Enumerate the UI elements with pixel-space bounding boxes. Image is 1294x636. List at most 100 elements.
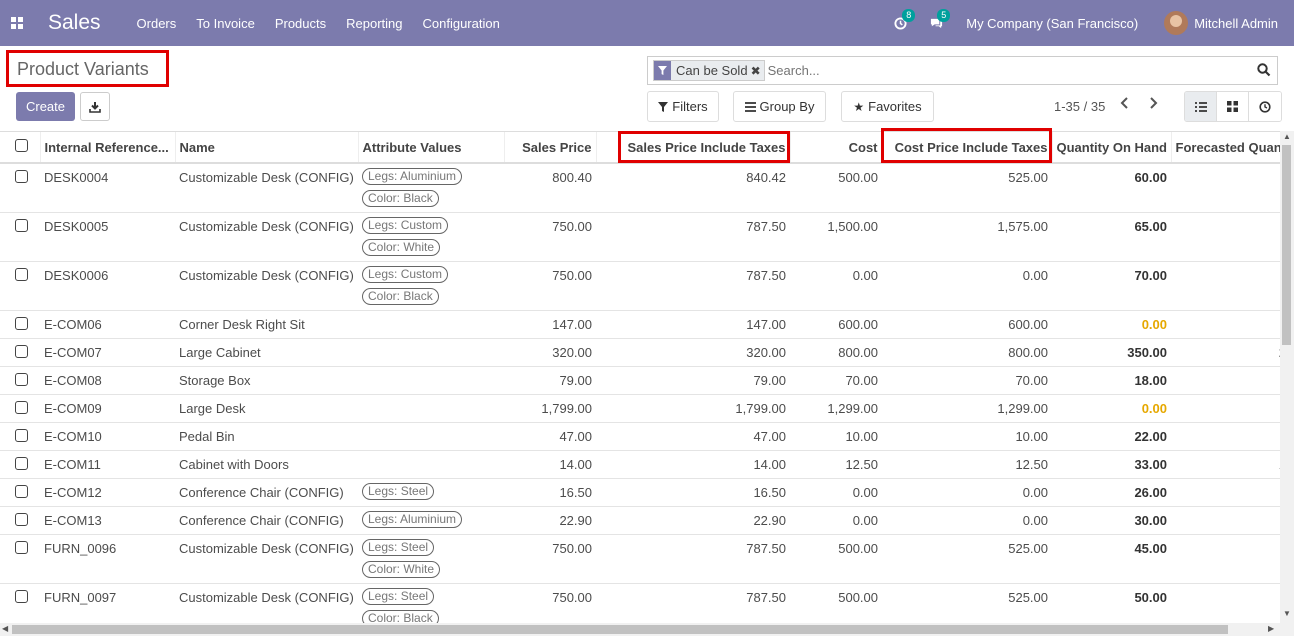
col-sales-price[interactable]: Sales Price	[503, 132, 596, 164]
menu-configuration[interactable]: Configuration	[423, 16, 500, 31]
row-checkbox[interactable]	[0, 506, 40, 535]
search-facet[interactable]: Can be Sold ✖	[653, 60, 765, 81]
cell-quantity-on-hand: 33.00	[1052, 450, 1171, 479]
scroll-left-icon[interactable]: ◀	[2, 624, 8, 633]
menu-to-invoice[interactable]: To Invoice	[196, 16, 255, 31]
pager-value[interactable]: 1-35 / 35	[1054, 99, 1105, 114]
search-icon[interactable]	[1257, 63, 1271, 77]
cell-sales-price-include-taxes: 79.00	[596, 366, 790, 395]
cell-sales-price-include-taxes: 787.50	[596, 583, 790, 623]
table-row[interactable]: E-COM10 Pedal Bin 47.00 47.00 10.00 10.00 22.0…	[0, 422, 1280, 451]
row-checkbox-box[interactable]	[15, 372, 28, 386]
row-checkbox[interactable]	[0, 478, 40, 507]
table-row[interactable]: FURN_0096 Customizable Desk (CONFIG) Legs:…	[0, 534, 1280, 584]
cell-name: Large Cabinet	[175, 338, 358, 367]
pager-next-icon[interactable]	[1148, 96, 1158, 113]
row-checkbox-box[interactable]	[15, 344, 28, 358]
avatar[interactable]	[1164, 11, 1189, 35]
user-menu[interactable]: Mitchell Admin	[1194, 16, 1278, 31]
row-checkbox[interactable]	[0, 163, 40, 213]
row-checkbox[interactable]	[0, 394, 40, 423]
horizontal-scrollbar[interactable]: ◀ ▶	[0, 623, 1294, 636]
row-checkbox[interactable]	[0, 338, 40, 367]
row-checkbox[interactable]	[0, 310, 40, 339]
cell-internal-reference: DESK0004	[40, 163, 175, 213]
vertical-scrollbar[interactable]: ▲ ▼	[1280, 131, 1294, 623]
col-forecasted-quantity[interactable]: Forecasted Quantity	[1170, 132, 1280, 164]
favorites-button[interactable]: ★ Favorites	[841, 91, 934, 122]
table-row[interactable]: DESK0006 Customizable Desk (CONFIG) Legs: …	[0, 261, 1280, 311]
activity-button[interactable]: 8	[894, 8, 916, 30]
table-row[interactable]: E-COM12 Conference Chair (CONFIG) Legs: St…	[0, 478, 1280, 507]
row-checkbox[interactable]	[0, 422, 40, 451]
row-checkbox[interactable]	[0, 366, 40, 395]
menu-reporting[interactable]: Reporting	[346, 16, 402, 31]
table-row[interactable]: E-COM13 Conference Chair (CONFIG) Legs: Al…	[0, 506, 1280, 535]
col-cost[interactable]: Cost	[789, 132, 882, 164]
scroll-up-icon[interactable]: ▲	[1283, 132, 1291, 141]
cell-cost-price-include-taxes: 10.00	[882, 422, 1052, 451]
pager-previous-icon[interactable]	[1120, 96, 1130, 113]
scroll-down-icon[interactable]: ▼	[1283, 609, 1291, 618]
view-switcher	[1184, 91, 1282, 122]
row-checkbox-box[interactable]	[15, 484, 28, 498]
cell-cost-price-include-taxes: 0.00	[882, 506, 1052, 535]
app-title[interactable]: Sales	[48, 11, 101, 35]
cell-sales-price: 16.50	[504, 478, 596, 507]
row-checkbox-box[interactable]	[15, 170, 28, 183]
row-checkbox-box[interactable]	[15, 267, 28, 281]
list-view-icon[interactable]	[1185, 92, 1217, 121]
table-row[interactable]: DESK0005 Customizable Desk (CONFIG) Legs: …	[0, 212, 1280, 262]
row-checkbox[interactable]	[0, 450, 40, 479]
cell-sales-price: 750.00	[504, 534, 596, 584]
table-row[interactable]: E-COM11 Cabinet with Doors 14.00 14.00 12.50…	[0, 450, 1280, 479]
row-checkbox[interactable]	[0, 583, 40, 623]
table-row[interactable]: E-COM09 Large Desk 1,799.00 1,799.00 1,299.0…	[0, 394, 1280, 423]
scroll-right-icon[interactable]: ▶	[1268, 624, 1274, 633]
create-button[interactable]: Create	[16, 92, 75, 121]
kanban-view-icon[interactable]	[1217, 92, 1249, 121]
row-checkbox[interactable]	[0, 261, 40, 311]
col-quantity-on-hand[interactable]: Quantity On Hand	[1051, 132, 1171, 164]
menu-orders[interactable]: Orders	[137, 16, 177, 31]
cell-cost: 1,299.00	[790, 394, 882, 423]
attribute-tag: Legs: Steel	[362, 587, 435, 605]
table-row[interactable]: DESK0004 Customizable Desk (CONFIG) Legs: …	[0, 163, 1280, 213]
row-checkbox-box[interactable]	[15, 218, 28, 232]
cell-attribute-values: Legs: Aluminium	[358, 506, 504, 535]
col-internal-reference[interactable]: Internal Reference...	[39, 132, 175, 164]
cell-quantity-on-hand: 0.00	[1052, 310, 1171, 339]
group-by-button[interactable]: Group By	[733, 91, 826, 122]
table-row[interactable]: E-COM08 Storage Box 79.00 79.00 70.00 70.00 18…	[0, 366, 1280, 395]
row-checkbox-box[interactable]	[15, 540, 28, 554]
activity-view-icon[interactable]	[1249, 92, 1281, 121]
horizontal-scroll-thumb[interactable]	[12, 625, 1228, 634]
row-checkbox-box[interactable]	[15, 512, 28, 526]
cell-forecasted-quantity	[1171, 583, 1280, 623]
search-input[interactable]	[767, 58, 1248, 83]
cell-cost-price-include-taxes: 800.00	[882, 338, 1052, 367]
facet-remove-icon[interactable]: ✖	[751, 64, 764, 78]
row-checkbox-box[interactable]	[15, 428, 28, 442]
select-all-checkbox[interactable]	[0, 132, 40, 164]
messages-button[interactable]: 5	[929, 8, 951, 30]
col-attribute-values[interactable]: Attribute Values	[357, 132, 504, 164]
row-checkbox-box[interactable]	[15, 316, 28, 330]
table-row[interactable]: E-COM07 Large Cabinet 320.00 320.00 800.00 80…	[0, 338, 1280, 367]
export-button[interactable]	[80, 92, 110, 121]
cell-cost: 10.00	[790, 422, 882, 451]
filters-button[interactable]: Filters	[647, 91, 719, 122]
row-checkbox-box[interactable]	[15, 400, 28, 414]
table-row[interactable]: FURN_0097 Customizable Desk (CONFIG) Legs:…	[0, 583, 1280, 623]
vertical-scroll-thumb[interactable]	[1282, 145, 1291, 345]
row-checkbox[interactable]	[0, 534, 40, 584]
apps-menu-icon[interactable]	[0, 0, 34, 46]
row-checkbox-box[interactable]	[15, 456, 28, 470]
col-name[interactable]: Name	[174, 132, 358, 164]
row-checkbox[interactable]	[0, 212, 40, 262]
row-checkbox-box[interactable]	[15, 589, 28, 603]
cell-forecasted-quantity	[1171, 478, 1280, 507]
company-switcher[interactable]: My Company (San Francisco)	[966, 16, 1138, 31]
table-row[interactable]: E-COM06 Corner Desk Right Sit 147.00 147.00…	[0, 310, 1280, 339]
menu-products[interactable]: Products	[275, 16, 326, 31]
